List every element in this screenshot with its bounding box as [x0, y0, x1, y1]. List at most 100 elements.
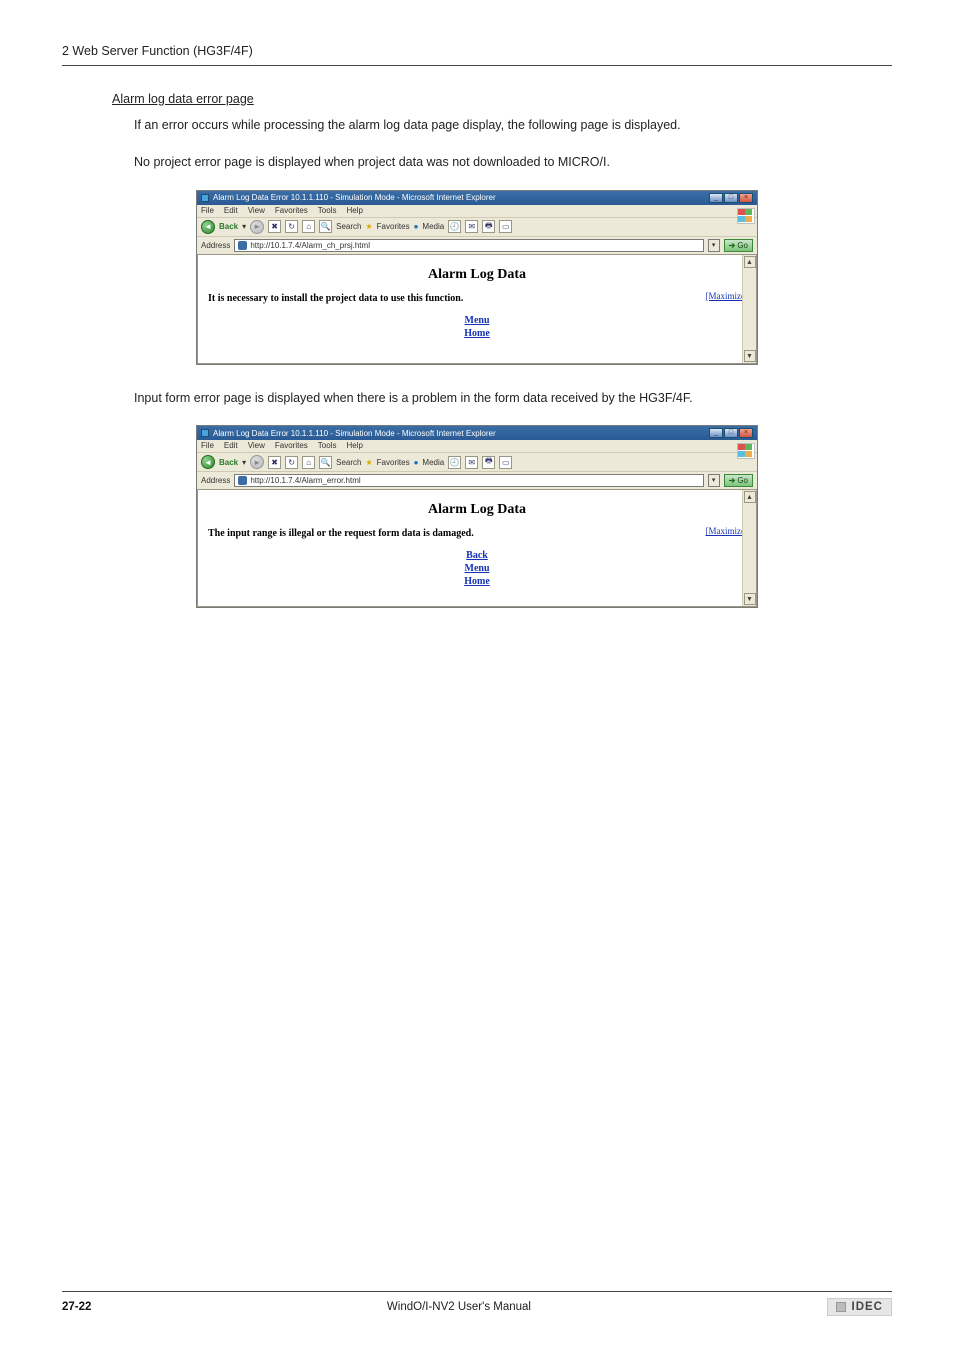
mail-icon[interactable]: ✉: [465, 456, 478, 469]
home-link[interactable]: Home: [208, 575, 746, 588]
back-link[interactable]: Back: [208, 549, 746, 562]
scroll-down-icon[interactable]: ▼: [744, 350, 756, 362]
minimize-button[interactable]: _: [709, 193, 723, 203]
brand-badge: IDEC: [827, 1298, 892, 1316]
titlebar: Alarm Log Data Error 10.1.1.110 - Simula…: [197, 426, 757, 440]
menu-edit[interactable]: Edit: [224, 206, 238, 215]
page-icon: [238, 476, 247, 485]
go-button[interactable]: ➔ Go: [724, 474, 753, 487]
titlebar: Alarm Log Data Error 10.1.1.110 - Simula…: [197, 191, 757, 205]
back-icon[interactable]: ◄: [201, 455, 215, 469]
back-icon[interactable]: ◄: [201, 220, 215, 234]
forward-icon: ►: [250, 220, 264, 234]
favorites-icon[interactable]: ★: [366, 222, 373, 231]
page-number: 27-22: [62, 1301, 91, 1313]
media-icon[interactable]: ●: [414, 222, 419, 231]
section-title: Alarm log data error page: [112, 92, 892, 106]
toolbar: ◄ Back ▾ ► ✖ ↻ ⌂ 🔍 Search ★ Favorites ● …: [197, 453, 757, 472]
page-heading: Alarm Log Data: [208, 267, 746, 283]
menu-edit[interactable]: Edit: [224, 441, 238, 450]
error-message: It is necessary to install the project d…: [208, 293, 746, 304]
media-button[interactable]: Media: [422, 222, 444, 231]
stop-icon[interactable]: ✖: [268, 220, 281, 233]
maximize-button[interactable]: □: [724, 428, 738, 438]
history-icon[interactable]: 🕘: [448, 220, 461, 233]
address-label: Address: [201, 241, 230, 250]
print-icon[interactable]: 🖶: [482, 456, 495, 469]
footer-title: WindO/I-NV2 User's Manual: [387, 1301, 531, 1313]
go-button[interactable]: ➔ Go: [724, 239, 753, 252]
menu-link[interactable]: Menu: [208, 562, 746, 575]
stop-icon[interactable]: ✖: [268, 456, 281, 469]
go-icon: ➔: [729, 241, 736, 250]
close-button[interactable]: ×: [739, 193, 753, 203]
footer-rule: [62, 1291, 892, 1292]
search-icon[interactable]: 🔍: [319, 220, 332, 233]
history-icon[interactable]: 🕘: [448, 456, 461, 469]
favorites-icon[interactable]: ★: [366, 458, 373, 467]
address-dropdown[interactable]: ▾: [708, 239, 720, 252]
windows-logo-icon: [737, 443, 755, 459]
address-dropdown[interactable]: ▾: [708, 474, 720, 487]
para-noproject: No project error page is displayed when …: [134, 153, 872, 172]
search-icon[interactable]: 🔍: [319, 456, 332, 469]
refresh-icon[interactable]: ↻: [285, 456, 298, 469]
menu-tools[interactable]: Tools: [318, 441, 337, 450]
home-link[interactable]: Home: [208, 327, 746, 340]
home-icon[interactable]: ⌂: [302, 220, 315, 233]
menu-help[interactable]: Help: [346, 441, 362, 450]
address-value: http://10.1.7.4/Alarm_error.html: [250, 476, 360, 485]
running-header: 2 Web Server Function (HG3F/4F): [62, 44, 892, 62]
page-viewport: Alarm Log Data It is necessary to instal…: [197, 255, 757, 364]
address-bar: Address http://10.1.7.4/Alarm_ch_prsj.ht…: [197, 237, 757, 255]
mail-icon[interactable]: ✉: [465, 220, 478, 233]
home-icon[interactable]: ⌂: [302, 456, 315, 469]
menubar: File Edit View Favorites Tools Help: [197, 205, 757, 218]
vertical-scrollbar[interactable]: ▲ ▼: [742, 490, 756, 606]
menu-file[interactable]: File: [201, 441, 214, 450]
ie-window-noproject: Alarm Log Data Error 10.1.1.110 - Simula…: [196, 190, 758, 365]
menu-tools[interactable]: Tools: [318, 206, 337, 215]
edit-icon[interactable]: ▭: [499, 456, 512, 469]
toolbar: ◄ Back ▾ ► ✖ ↻ ⌂ 🔍 Search ★ Favorites ● …: [197, 218, 757, 237]
menu-view[interactable]: View: [248, 206, 265, 215]
address-bar: Address http://10.1.7.4/Alarm_error.html…: [197, 472, 757, 490]
ie-icon: [201, 429, 209, 437]
close-button[interactable]: ×: [739, 428, 753, 438]
ie-window-inputerror: Alarm Log Data Error 10.1.1.110 - Simula…: [196, 425, 758, 608]
search-button[interactable]: Search: [336, 458, 361, 467]
window-title: Alarm Log Data Error 10.1.1.110 - Simula…: [213, 193, 496, 202]
menu-help[interactable]: Help: [346, 206, 362, 215]
forward-icon: ►: [250, 455, 264, 469]
menu-favorites[interactable]: Favorites: [275, 206, 308, 215]
media-button[interactable]: Media: [422, 458, 444, 467]
error-message: The input range is illegal or the reques…: [208, 528, 746, 539]
back-button[interactable]: Back: [219, 222, 238, 231]
scroll-up-icon[interactable]: ▲: [744, 256, 756, 268]
menu-link[interactable]: Menu: [208, 314, 746, 327]
maximize-button[interactable]: □: [724, 193, 738, 203]
header-rule: [62, 65, 892, 66]
favorites-button[interactable]: Favorites: [377, 458, 410, 467]
search-button[interactable]: Search: [336, 222, 361, 231]
menu-favorites[interactable]: Favorites: [275, 441, 308, 450]
address-input[interactable]: http://10.1.7.4/Alarm_error.html: [234, 474, 703, 487]
menu-file[interactable]: File: [201, 206, 214, 215]
favorites-button[interactable]: Favorites: [377, 222, 410, 231]
minimize-button[interactable]: _: [709, 428, 723, 438]
refresh-icon[interactable]: ↻: [285, 220, 298, 233]
menu-view[interactable]: View: [248, 441, 265, 450]
edit-icon[interactable]: ▭: [499, 220, 512, 233]
page-icon: [238, 241, 247, 250]
vertical-scrollbar[interactable]: ▲ ▼: [742, 255, 756, 363]
scroll-down-icon[interactable]: ▼: [744, 593, 756, 605]
windows-logo-icon: [737, 208, 755, 224]
page-heading: Alarm Log Data: [208, 502, 746, 518]
back-button[interactable]: Back: [219, 458, 238, 467]
address-input[interactable]: http://10.1.7.4/Alarm_ch_prsj.html: [234, 239, 703, 252]
print-icon[interactable]: 🖶: [482, 220, 495, 233]
media-icon[interactable]: ●: [414, 458, 419, 467]
address-label: Address: [201, 476, 230, 485]
brand-icon: [836, 1302, 846, 1312]
scroll-up-icon[interactable]: ▲: [744, 491, 756, 503]
